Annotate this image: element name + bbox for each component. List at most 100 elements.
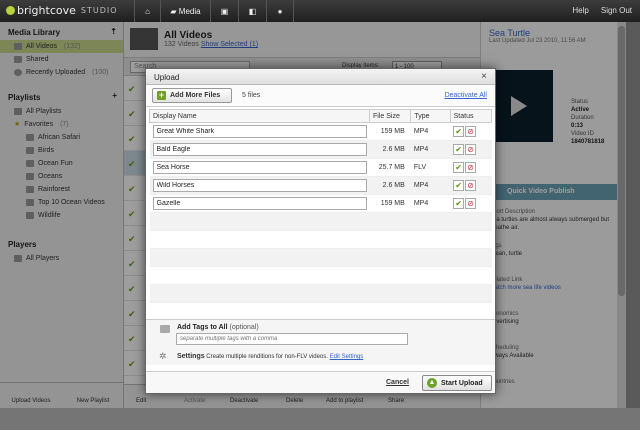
- upload-arrow-icon[interactable]: ⇡: [110, 27, 117, 36]
- add-playlist-icon[interactable]: +: [112, 91, 117, 100]
- display-name-input[interactable]: [152, 179, 367, 192]
- playlist-icon: [26, 160, 34, 167]
- sign-out-link[interactable]: Sign Out: [601, 6, 632, 15]
- logo-mark-icon: [6, 6, 15, 15]
- check-icon: ✔: [128, 359, 136, 369]
- playlist-icon: [26, 134, 34, 141]
- col-status[interactable]: Status: [449, 109, 493, 123]
- col-display-name[interactable]: Display Name: [149, 109, 370, 123]
- check-icon: ✔: [128, 84, 136, 94]
- top-right-links: Help Sign Out: [572, 6, 632, 15]
- sidebar-item-oceans[interactable]: Oceans: [0, 170, 123, 183]
- close-icon[interactable]: ×: [481, 71, 487, 82]
- brand-suffix: STUDIO: [80, 6, 118, 15]
- remove-icon[interactable]: ⊘: [465, 144, 477, 155]
- check-icon[interactable]: ✔: [453, 144, 465, 155]
- edit-button[interactable]: Edit: [136, 398, 146, 404]
- dialog-title-bar: Upload ×: [146, 69, 495, 85]
- col-file-size[interactable]: File Size: [368, 109, 412, 123]
- sidebar-item-favorites[interactable]: ★ Favorites (7): [0, 118, 123, 131]
- empty-row: [149, 230, 492, 249]
- upload-videos-button[interactable]: Upload Videos: [0, 383, 62, 408]
- sidebar-item-recently-uploaded[interactable]: Recently Uploaded (100): [0, 66, 123, 79]
- sidebar-item-all-playlists[interactable]: All Playlists: [0, 105, 123, 118]
- nav-player-button[interactable]: ▣: [210, 0, 238, 22]
- top-bar: brightcove STUDIO ⌂ ▰ Media ▣ ◧ ● Help S…: [0, 0, 640, 22]
- sidebar-item-african-safari[interactable]: African Safari: [0, 131, 123, 144]
- folder-icon: ▰: [170, 6, 179, 16]
- sidebar-item-shared[interactable]: Shared: [0, 53, 123, 66]
- nav-home-button[interactable]: ⌂: [134, 0, 160, 22]
- delete-button[interactable]: Delete: [286, 398, 303, 404]
- cancel-button[interactable]: Cancel: [386, 379, 409, 386]
- deactivate-button[interactable]: Deactivate: [230, 398, 258, 404]
- player-icon: [14, 255, 22, 262]
- add-to-playlist-button[interactable]: Add to playlist: [326, 398, 363, 404]
- file-size: 159 MB: [369, 122, 411, 141]
- check-icon[interactable]: ✔: [453, 180, 465, 191]
- check-icon[interactable]: ✔: [453, 162, 465, 173]
- publish-icon: ◧: [248, 6, 257, 16]
- sidebar-bottom-bar: Upload Videos New Playlist: [0, 382, 124, 408]
- remove-icon[interactable]: ⊘: [465, 198, 477, 209]
- display-name-input[interactable]: [152, 197, 367, 210]
- new-playlist-button[interactable]: New Playlist: [62, 383, 124, 408]
- brand-name: brightcove: [17, 4, 76, 17]
- file-type: MP4: [410, 122, 451, 141]
- countries-field: Countries: [489, 379, 515, 385]
- detail-scrollbar[interactable]: [617, 22, 626, 408]
- playlist-icon: [26, 212, 34, 219]
- videos-icon: [14, 43, 22, 50]
- nav-publish-button[interactable]: ◧: [238, 0, 266, 22]
- display-name-input[interactable]: [152, 125, 367, 138]
- sidebar-item-rainforest[interactable]: Rainforest: [0, 183, 123, 196]
- remove-icon[interactable]: ⊘: [465, 180, 477, 191]
- check-icon[interactable]: ✔: [453, 198, 465, 209]
- check-icon: ✔: [128, 184, 136, 194]
- sidebar-item-ocean-fun[interactable]: Ocean Fun: [0, 157, 123, 170]
- add-more-files-button[interactable]: + Add More Files: [152, 88, 232, 103]
- sidebar-item-all-players[interactable]: All Players: [0, 252, 123, 265]
- upload-dialog: Upload × + Add More Files 5 files Deacti…: [145, 68, 496, 394]
- edit-settings-link[interactable]: Edit Settings: [330, 354, 364, 360]
- deactivate-all-link[interactable]: Deactivate All: [445, 92, 487, 99]
- nav-chat-button[interactable]: ●: [266, 0, 294, 22]
- sidebar-item-birds[interactable]: Birds: [0, 144, 123, 157]
- sidebar-item-wildlife[interactable]: Wildlife: [0, 209, 123, 222]
- tags-input[interactable]: [176, 333, 408, 345]
- help-link[interactable]: Help: [572, 6, 588, 15]
- shared-icon: [14, 56, 22, 63]
- check-icon[interactable]: ✔: [453, 126, 465, 137]
- show-selected-link[interactable]: Show Selected (1): [201, 41, 258, 48]
- display-name-input[interactable]: [152, 161, 367, 174]
- gear-icon: ✲: [159, 351, 167, 361]
- empty-row: [149, 212, 492, 231]
- related-link-field: Related Link Watch more sea life videos: [489, 277, 561, 291]
- nav-media-button[interactable]: ▰ Media: [160, 0, 210, 22]
- check-icon: ✔: [128, 209, 136, 219]
- share-button[interactable]: Share: [388, 398, 404, 404]
- start-upload-button[interactable]: ▲ Start Upload: [422, 375, 492, 391]
- remove-icon[interactable]: ⊘: [465, 126, 477, 137]
- remove-icon[interactable]: ⊘: [465, 162, 477, 173]
- status-bar: [0, 408, 640, 430]
- display-name-input[interactable]: [152, 143, 367, 156]
- tags-settings-area: Add Tags to All (optional) ✲ Settings Cr…: [146, 319, 495, 365]
- playlist-icon: [26, 147, 34, 154]
- detail-title: Sea Turtle: [489, 28, 531, 38]
- quick-video-publish-button[interactable]: Quick Video Publish: [487, 184, 623, 200]
- sidebar-item-top-10-ocean-videos[interactable]: Top 10 Ocean Videos: [0, 196, 123, 209]
- check-icon: ✔: [128, 234, 136, 244]
- add-tags-label: Add Tags to All (optional): [177, 324, 259, 331]
- file-type: MP4: [410, 194, 451, 213]
- video-preview[interactable]: [487, 70, 553, 142]
- home-icon: ⌂: [145, 6, 150, 16]
- sidebar-item-all-videos[interactable]: All Videos (132): [0, 40, 123, 53]
- table-header-row: Display Name File Size Type Status: [149, 109, 493, 123]
- col-type[interactable]: Type: [410, 109, 451, 123]
- player-icon: ▣: [220, 6, 229, 16]
- table-row: 25.7 MB FLV ✔⊘: [149, 158, 492, 177]
- tag-icon: [160, 325, 170, 333]
- file-size: 159 MB: [369, 194, 411, 213]
- activate-button[interactable]: Activate: [184, 398, 205, 404]
